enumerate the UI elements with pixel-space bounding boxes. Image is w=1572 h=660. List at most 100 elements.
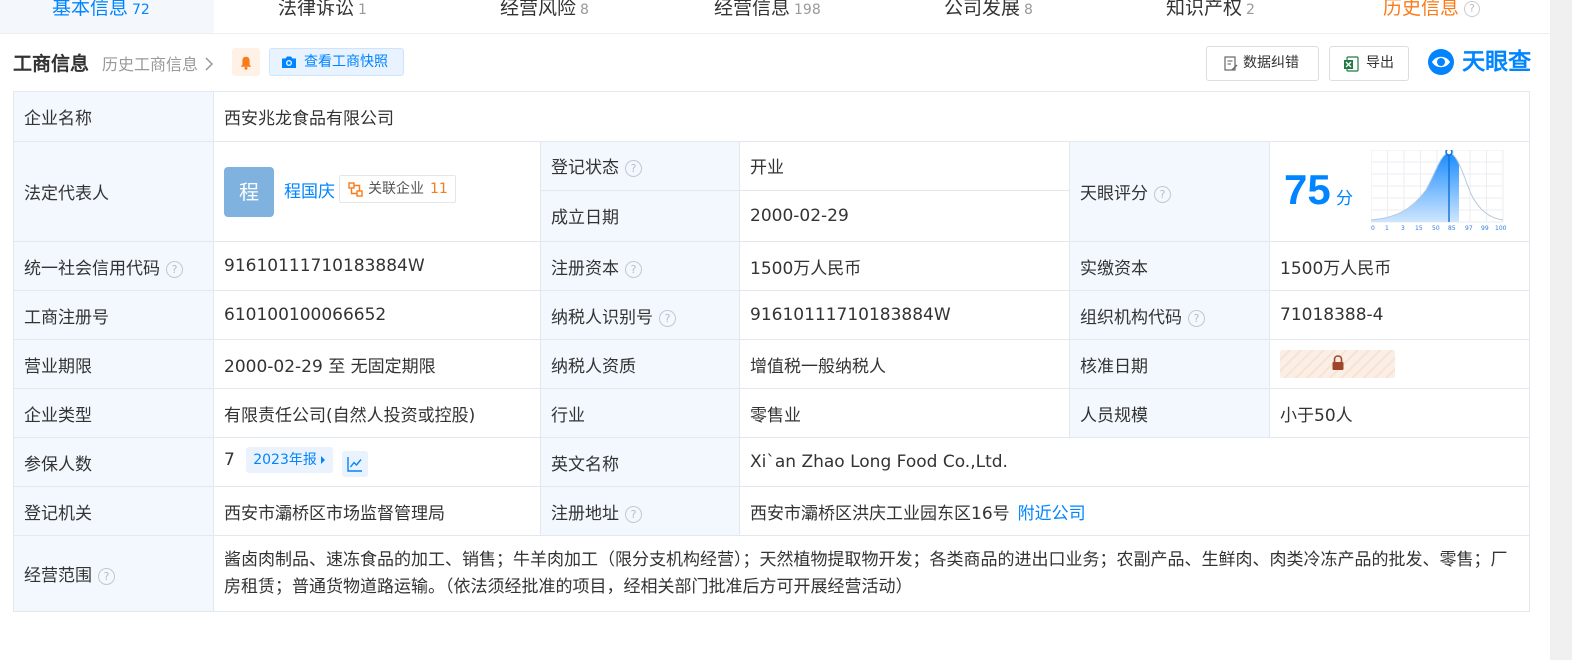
- reg-capital-label: 注册资本?: [540, 241, 740, 291]
- tab-count: 8: [1024, 2, 1033, 18]
- tab-development[interactable]: 公司发展 8: [944, 0, 1033, 20]
- score-tick: 100: [1495, 225, 1507, 232]
- company-info-page: 基本信息 72 法律诉讼 1 经营风险 8 经营信息 198 公司发展 8 知识产权 2 历…: [0, 0, 1550, 660]
- score-tick: 85: [1448, 225, 1456, 232]
- table-row: 企业类型 有限责任公司(自然人投资或控股) 行业 零售业 人员规模 小于50人: [13, 388, 1531, 438]
- reg-no-label: 工商注册号: [13, 290, 214, 340]
- edit-document-icon: [1224, 56, 1238, 71]
- data-correction-button[interactable]: 数据纠错: [1206, 46, 1319, 81]
- score-tick: 0: [1371, 225, 1375, 232]
- table-row: 营业期限 2000-02-29 至 无固定期限 纳税人资质 增值税一般纳税人 核…: [13, 339, 1531, 389]
- section-title: 工商信息: [13, 53, 90, 75]
- trend-chart-button[interactable]: [342, 451, 369, 477]
- tab-label: 公司发展: [944, 0, 1021, 19]
- question-icon[interactable]: ?: [625, 160, 642, 178]
- scope-value: 酱卤肉制品、速冻食品的加工、销售；牛羊肉加工（限分支机构经营）；天然植物提取物开…: [212, 535, 1531, 612]
- scrollbar[interactable]: [1550, 0, 1572, 660]
- address-label: 注册地址?: [540, 486, 740, 536]
- address-cell: 西安市灞桥区洪庆工业园东区16号 附近公司: [738, 486, 1531, 536]
- staff-value: 小于50人: [1268, 388, 1531, 438]
- related-companies-tag[interactable]: 关联企业 11: [339, 174, 456, 203]
- table-row: 统一社会信用代码? 91610111710183884W 注册资本? 1500万…: [13, 241, 1531, 291]
- question-icon[interactable]: ?: [625, 505, 642, 523]
- tab-legal[interactable]: 法律诉讼 1: [278, 0, 367, 20]
- founded-label: 成立日期: [540, 189, 740, 243]
- tab-history[interactable]: 历史信息?: [1383, 0, 1481, 20]
- question-icon[interactable]: ?: [625, 260, 642, 278]
- insured-cell: 7 2023年报: [213, 437, 541, 487]
- snapshot-label: 查看工商快照: [304, 54, 388, 70]
- question-icon[interactable]: ?: [1154, 186, 1171, 203]
- credit-code-label: 统一社会信用代码?: [13, 241, 214, 291]
- bell-icon: [240, 56, 252, 70]
- monitor-button[interactable]: [232, 48, 260, 76]
- score-tick: 1: [1385, 225, 1389, 232]
- company-name-value: 西安兆龙食品有限公司: [212, 91, 1531, 142]
- staff-label: 人员规模: [1069, 388, 1270, 438]
- caret-right-icon: [320, 456, 325, 464]
- question-icon[interactable]: ?: [166, 260, 183, 278]
- reg-status-label-text: 登记状态: [551, 158, 619, 179]
- founded-value: 2000-02-29: [739, 189, 1070, 243]
- tab-risk[interactable]: 经营风险 8: [500, 0, 589, 20]
- score-marker-dot: [1445, 150, 1453, 156]
- legal-rep-name-link[interactable]: 程国庆: [284, 177, 335, 202]
- related-label: 关联企业: [368, 180, 424, 197]
- taxpayer-id-value: 91610111710183884W: [739, 290, 1070, 340]
- excel-icon: [1344, 56, 1359, 72]
- paid-capital-label: 实缴资本: [1069, 241, 1270, 291]
- score-label: 天眼评分?: [1069, 141, 1270, 242]
- question-icon[interactable]: ?: [1188, 309, 1205, 327]
- history-link-label: 历史工商信息: [102, 55, 199, 74]
- question-icon: ?: [1464, 1, 1481, 17]
- term-label: 营业期限: [13, 339, 214, 389]
- tab-label: 基本信息: [52, 0, 129, 19]
- tab-count: 8: [580, 2, 589, 18]
- tianyancha-logo: 天眼查: [1427, 46, 1531, 78]
- tab-label: 经营信息: [714, 0, 791, 19]
- insured-label: 参保人数: [13, 437, 214, 487]
- table-row: 法定代表人 程 程国庆 关联企业 11 登记状态? 开业 天眼评分? 75 分: [13, 141, 1531, 242]
- tab-label: 经营风险: [500, 0, 577, 19]
- avatar[interactable]: 程: [224, 166, 274, 217]
- table-row: 经营范围? 酱卤肉制品、速冻食品的加工、销售；牛羊肉加工（限分支机构经营）；天然…: [13, 535, 1531, 612]
- table-row: 参保人数 7 2023年报 英文名称 Xi`an Zhao Long Food …: [13, 437, 1531, 487]
- tab-count: 198: [794, 2, 821, 18]
- table-row: 企业名称 西安兆龙食品有限公司: [13, 91, 1531, 142]
- reg-status-label: 登记状态?: [540, 141, 740, 191]
- export-button[interactable]: 导出: [1329, 46, 1409, 81]
- tab-basic-info[interactable]: 基本信息 72: [52, 0, 150, 20]
- tab-operations[interactable]: 经营信息 198: [714, 0, 821, 20]
- chevron-right-icon: [205, 57, 214, 71]
- history-business-link[interactable]: 历史工商信息: [102, 51, 214, 75]
- term-value: 2000-02-29 至 无固定期限: [213, 339, 541, 389]
- view-snapshot-button[interactable]: 查看工商快照: [269, 48, 404, 76]
- authority-value: 西安市灞桥区市场监督管理局: [213, 486, 541, 536]
- score-curve-fill: [1371, 153, 1459, 222]
- annual-report-button[interactable]: 2023年报: [246, 447, 333, 473]
- reg-status-value: 开业: [739, 141, 1070, 191]
- approve-date-label: 核准日期: [1069, 339, 1270, 389]
- nearby-companies-link[interactable]: 附近公司: [1018, 504, 1086, 524]
- question-icon[interactable]: ?: [98, 568, 115, 585]
- score-widget: 75 分 0 1 3 15 50 85 97 99 100: [1270, 142, 1529, 241]
- camera-icon: [282, 56, 296, 68]
- tab-ip[interactable]: 知识产权 2: [1166, 0, 1255, 20]
- reg-capital-value: 1500万人民币: [739, 241, 1070, 291]
- question-icon[interactable]: ?: [659, 309, 676, 327]
- logo-text: 天眼查: [1462, 49, 1532, 75]
- legal-rep-cell: 程 程国庆 关联企业 11: [213, 141, 541, 242]
- english-name-label: 英文名称: [540, 437, 740, 487]
- section-tabs: 基本信息 72 法律诉讼 1 经营风险 8 经营信息 198 公司发展 8 知识产权 2 历…: [0, 0, 1550, 34]
- address-value: 西安市灞桥区洪庆工业园东区16号: [750, 503, 1010, 524]
- score-ticks: 0 1 3 15 50 85 97 99 100: [1371, 225, 1507, 232]
- annual-report-label: 2023年报: [253, 452, 317, 468]
- score-cell[interactable]: 75 分 0 1 3 15 50 85 97 99 100: [1268, 141, 1531, 242]
- industry-value: 零售业: [739, 388, 1070, 438]
- score-tick: 15: [1415, 225, 1423, 232]
- type-value: 有限责任公司(自然人投资或控股): [213, 388, 541, 438]
- table-row: 登记机关 西安市灞桥区市场监督管理局 注册地址? 西安市灞桥区洪庆工业园东区16…: [13, 486, 1531, 536]
- locked-value-button[interactable]: [1280, 350, 1395, 378]
- tab-count: 72: [132, 2, 150, 18]
- industry-label: 行业: [540, 388, 740, 438]
